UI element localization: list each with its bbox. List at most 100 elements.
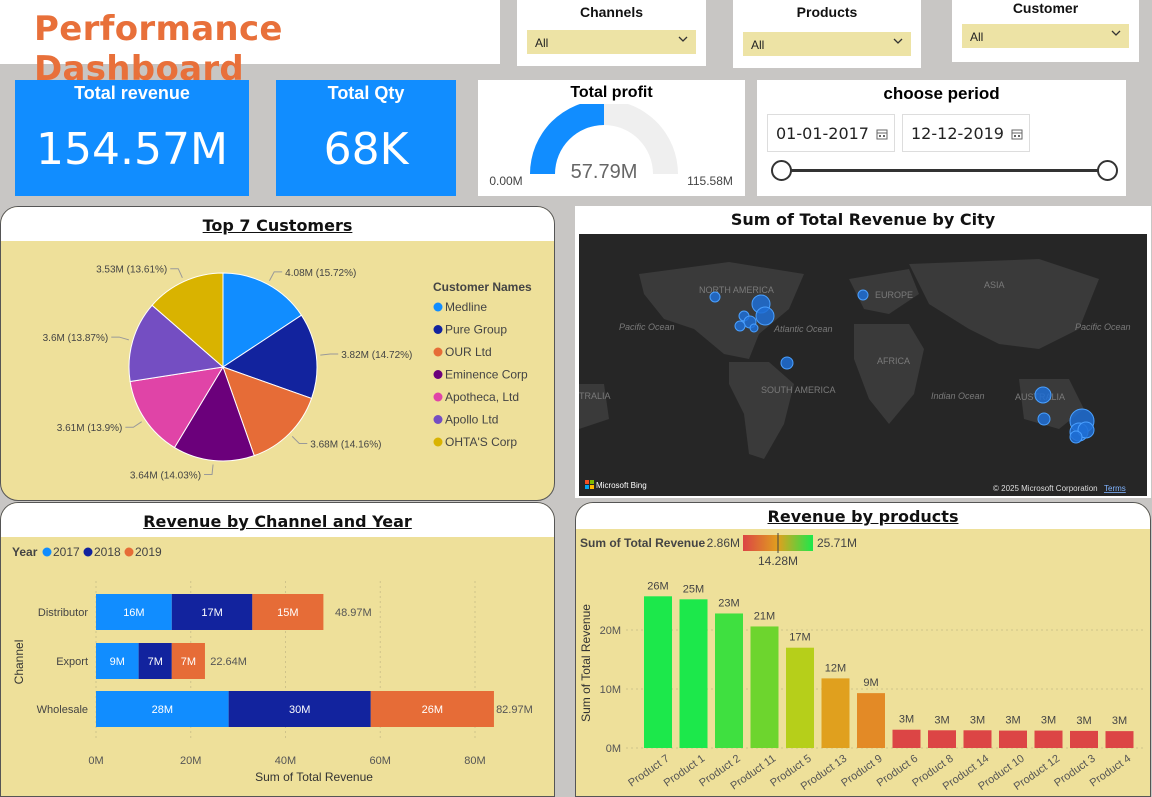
profit-gauge: 57.79M 0.00M 115.58M: [489, 104, 733, 188]
city-revenue-map-card: Sum of Total Revenue by City NORTH AMERI…: [575, 206, 1151, 498]
pie-leader-line: [170, 268, 183, 279]
end-date-value: 12-12-2019: [911, 124, 1004, 143]
product-bar[interactable]: [928, 730, 956, 748]
channel-category-label: Export: [56, 656, 88, 668]
channel-legend-item[interactable]: 2018: [94, 545, 121, 559]
channel-total-label: 82.97M: [496, 704, 533, 716]
map-title: Sum of Total Revenue by City: [730, 210, 996, 229]
customers-pie-chart: 4.08M (15.72%) 3.82M (14.72%) 3.68M (14.16…: [43, 265, 532, 482]
channel-segment-label: 7M: [181, 656, 196, 668]
period-slider-start-handle[interactable]: [771, 160, 792, 181]
city-bubble: [755, 306, 775, 326]
product-bar[interactable]: [1070, 730, 1098, 748]
product-bar[interactable]: [644, 596, 672, 748]
legend-item[interactable]: Apotheca, Ltd: [445, 390, 519, 404]
revenue-products-title: Revenue by products: [767, 507, 959, 526]
channel-x-tick: 20M: [180, 755, 201, 767]
top-customers-card: Top 7 Customers 4.08M (15.72%) 3.82M (14.…: [0, 206, 555, 501]
legend-item[interactable]: OHTA'S Corp: [445, 435, 517, 449]
pie-data-label: 3.64M (14.03%): [130, 470, 201, 481]
product-bar[interactable]: [892, 729, 921, 748]
product-bar-label: 3M: [1041, 715, 1056, 727]
page-title: Performance Dashboard: [34, 9, 283, 89]
product-bar-label: 23M: [718, 597, 739, 609]
end-date-input[interactable]: 12-12-2019: [902, 114, 1030, 152]
product-bar-label: 3M: [899, 714, 914, 726]
legend-item[interactable]: OUR Ltd: [445, 345, 492, 359]
gauge-value: 57.79M: [571, 161, 638, 183]
channel-total-label: 48.97M: [335, 607, 372, 619]
product-bar[interactable]: [857, 693, 885, 748]
products-bar-chart: Sum of Total Revenue 2.86M 25.71M 14.28M…: [579, 533, 1144, 793]
chevron-down-icon: [678, 36, 688, 42]
product-bar-label: 3M: [1005, 715, 1020, 727]
title-panel: Performance Dashboard: [0, 0, 500, 89]
city-bubble: [857, 289, 869, 301]
legend-marker: [433, 392, 443, 402]
pie-legend-title: Customer Names: [433, 280, 532, 294]
products-y-tick: 0M: [606, 743, 621, 755]
period-slider-end-handle[interactable]: [1097, 160, 1118, 181]
period-title: choose period: [883, 84, 1000, 103]
map-label: EUROPE: [875, 290, 913, 300]
product-bar[interactable]: [750, 626, 779, 748]
products-y-tick: 20M: [600, 625, 621, 637]
map-terms-link[interactable]: Terms: [1104, 484, 1126, 493]
channel-segment-label: 17M: [201, 607, 222, 619]
map-copyright: © 2025 Microsoft Corporation: [993, 484, 1098, 493]
channel-year-bar-chart: Year 2017 2018 2019 0M 20M 40M 60M 80M Distrib…: [12, 545, 533, 784]
total-profit-card: Total profit 57.79M 0.00M 115.58M: [478, 80, 745, 196]
channel-legend-marker: [124, 547, 134, 557]
product-bar[interactable]: [1105, 731, 1134, 748]
city-bubble: [1069, 430, 1083, 444]
total-qty-card: Total Qty 68K: [276, 80, 456, 196]
product-bar-label: 3M: [970, 714, 985, 726]
product-bar-label: 25M: [683, 583, 704, 595]
calendar-icon[interactable]: [876, 128, 888, 140]
products-y-tick: 10M: [600, 684, 621, 696]
product-bar[interactable]: [821, 678, 850, 748]
customer-slicer: Customer All: [952, 0, 1139, 62]
product-bar[interactable]: [963, 730, 992, 748]
city-bubble: [749, 323, 759, 333]
map-label: NORTH AMERICA: [699, 285, 774, 295]
channel-x-axis-title: Sum of Total Revenue: [255, 770, 373, 784]
channel-category-label: Distributor: [38, 607, 88, 619]
channels-dropdown[interactable]: All: [527, 30, 696, 54]
channel-legend-item[interactable]: 2019: [135, 545, 162, 559]
product-bar[interactable]: [1034, 730, 1063, 748]
product-bar-label: 21M: [754, 610, 775, 622]
product-bar[interactable]: [786, 647, 814, 748]
channel-x-tick: 60M: [370, 755, 391, 767]
pie-data-label: 3.61M (13.9%): [57, 423, 123, 434]
period-slider-track[interactable]: [782, 169, 1108, 172]
top-customers-title: Top 7 Customers: [202, 216, 353, 235]
pie-leader-line: [320, 353, 339, 356]
legend-marker: [433, 415, 443, 424]
products-slicer-label: Products: [796, 4, 858, 20]
start-date-input[interactable]: 01-01-2017: [767, 114, 895, 152]
channel-legend-item[interactable]: 2017: [53, 545, 80, 559]
legend-item[interactable]: Eminence Corp: [445, 368, 528, 382]
channel-segment-label: 30M: [289, 704, 310, 716]
channel-segment-label: 9M: [110, 656, 125, 668]
product-bar[interactable]: [999, 730, 1027, 748]
products-dropdown[interactable]: All: [743, 32, 911, 56]
legend-item[interactable]: Apollo Ltd: [445, 413, 498, 427]
product-bar-label: 12M: [825, 662, 846, 674]
product-bar[interactable]: [679, 599, 708, 748]
gradient-max: 25.71M: [817, 536, 857, 550]
legend-item[interactable]: Pure Group: [445, 323, 507, 337]
world-map[interactable]: NORTH AMERICA EUROPE ASIA AFRICA SOUTH A…: [579, 234, 1147, 496]
pie-data-label: 3.68M (14.16%): [310, 439, 381, 450]
products-slicer: Products All: [733, 0, 921, 68]
gradient-mid: 14.28M: [758, 554, 798, 568]
gauge-max: 115.58M: [687, 174, 733, 188]
pie-leader-line: [269, 271, 283, 281]
legend-item[interactable]: Medline: [445, 300, 487, 314]
product-bar[interactable]: [715, 613, 743, 748]
calendar-icon[interactable]: [1011, 128, 1023, 140]
legend-marker: [433, 302, 443, 312]
channel-legend-title: Year: [12, 545, 38, 559]
customer-dropdown[interactable]: All: [962, 24, 1129, 48]
